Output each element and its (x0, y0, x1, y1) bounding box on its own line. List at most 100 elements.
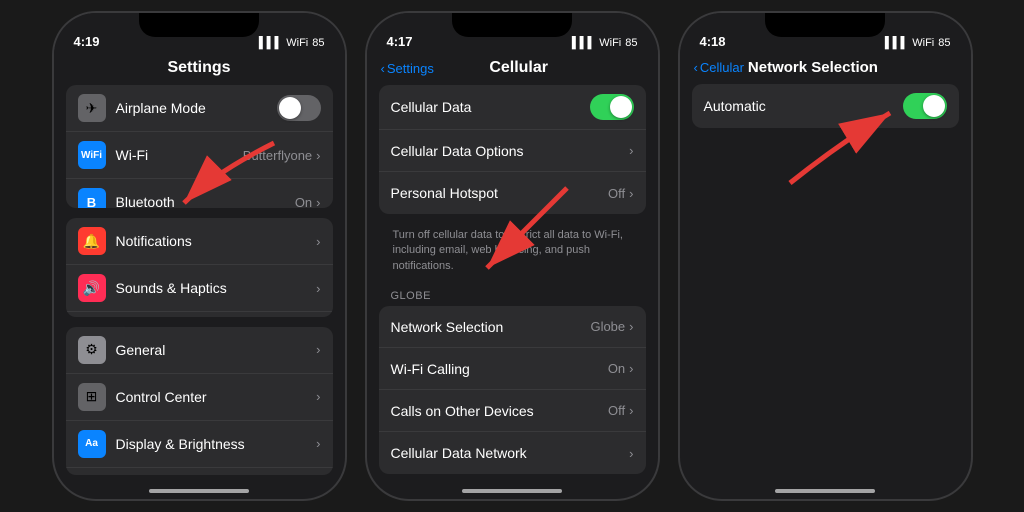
network-group: ✈ Airplane Mode WiFi Wi-Fi Butterflyone … (66, 85, 333, 208)
time-1: 4:19 (74, 34, 100, 49)
cellular-title: Cellular (489, 59, 588, 77)
automatic-label: Automatic (704, 98, 903, 114)
cellular-data-options-chevron: › (629, 143, 633, 158)
notifications-icon: 🔔 (78, 227, 106, 255)
signal-icon-3: ▌▌▌ (885, 37, 908, 49)
notifications-row[interactable]: 🔔 Notifications › (66, 218, 333, 265)
status-icons-1: ▌▌▌ WiFi 85 (259, 37, 325, 49)
time-3: 4:18 (700, 34, 726, 49)
control-center-chevron: › (316, 389, 320, 404)
automatic-row[interactable]: Automatic (692, 84, 959, 128)
cellular-data-row[interactable]: Cellular Data (379, 85, 646, 130)
phone-cellular: 4:17 ▌▌▌ WiFi 85 ‹ Settings Cellular Cel… (365, 11, 660, 501)
phone-settings: 4:19 ▌▌▌ WiFi 85 Settings ✈ Airplane Mod… (52, 11, 347, 501)
wifi-icon-3: WiFi (912, 37, 934, 49)
settings-screen: Settings ✈ Airplane Mode WiFi Wi-Fi Butt… (54, 53, 345, 485)
calls-other-chevron: › (629, 403, 633, 418)
carrier-services-link[interactable]: Carrier Services (379, 482, 646, 485)
personal-hotspot-value: Off (608, 186, 625, 201)
bluetooth-row[interactable]: B Bluetooth On › (66, 179, 333, 208)
control-center-label: Control Center (116, 389, 317, 405)
cellular-screen: ‹ Settings Cellular Cellular Data Cellul… (367, 53, 658, 485)
general-chevron: › (316, 342, 320, 357)
airplane-mode-row[interactable]: ✈ Airplane Mode (66, 85, 333, 132)
personal-hotspot-chevron: › (629, 186, 633, 201)
wifi-row[interactable]: WiFi Wi-Fi Butterflyone › (66, 132, 333, 179)
control-center-row[interactable]: ⊞ Control Center › (66, 374, 333, 421)
focus-row[interactable]: 🌙 Focus › (66, 312, 333, 317)
wifi-icon: WiFi (78, 141, 106, 169)
time-2: 4:17 (387, 34, 413, 49)
cellular-header: ‹ Settings Cellular (367, 53, 658, 85)
cellular-data-network-label: Cellular Data Network (391, 445, 630, 461)
cellular-data-options-label: Cellular Data Options (391, 143, 630, 159)
network-selection-label: Network Selection (391, 319, 591, 335)
wifi-icon: WiFi (286, 37, 308, 49)
settings-title: Settings (54, 53, 345, 85)
back-label: Settings (387, 61, 434, 76)
general-row[interactable]: ⚙ General › (66, 327, 333, 374)
homescreen-row[interactable]: ▦ Home Screen › (66, 468, 333, 475)
personal-hotspot-row[interactable]: Personal Hotspot Off › (379, 172, 646, 214)
wifi-label: Wi-Fi (116, 147, 243, 163)
notifications-label: Notifications (116, 233, 317, 249)
status-icons-2: ▌▌▌ WiFi 85 (572, 37, 638, 49)
notifications-chevron: › (316, 234, 320, 249)
cellular-back-btn[interactable]: ‹ Cellular (694, 60, 744, 75)
wifi-calling-chevron: › (629, 361, 633, 376)
wifi-calling-row[interactable]: Wi-Fi Calling On › (379, 348, 646, 390)
calls-other-value: Off (608, 403, 625, 418)
globe-section-label: GLOBE (379, 282, 646, 306)
battery-icon-3: 85 (938, 37, 950, 49)
home-indicator-2 (462, 489, 562, 493)
network-screen: ‹ Cellular Network Selection Automatic (680, 53, 971, 485)
cellular-data-options-row[interactable]: Cellular Data Options › (379, 130, 646, 172)
cellular-list: Cellular Data Cellular Data Options › Pe… (367, 85, 658, 485)
display-chevron: › (316, 436, 320, 451)
signal-icon: ▌▌▌ (259, 37, 282, 49)
bluetooth-label: Bluetooth (116, 194, 295, 208)
personal-hotspot-label: Personal Hotspot (391, 185, 609, 201)
general-group: ⚙ General › ⊞ Control Center › Aa Displa… (66, 327, 333, 475)
cellular-data-section: Cellular Data Cellular Data Options › Pe… (379, 85, 646, 214)
battery-icon-2: 85 (625, 37, 637, 49)
calls-other-row[interactable]: Calls on Other Devices Off › (379, 390, 646, 432)
airplane-label: Airplane Mode (116, 100, 277, 116)
notch-3 (765, 13, 885, 37)
cellular-note: Turn off cellular data to restrict all d… (379, 222, 646, 282)
general-label: General (116, 342, 317, 358)
network-selection-row[interactable]: Network Selection Globe › (379, 306, 646, 348)
cellular-data-label: Cellular Data (391, 99, 590, 115)
sounds-row[interactable]: 🔊 Sounds & Haptics › (66, 265, 333, 312)
automatic-section: Automatic (692, 84, 959, 128)
network-selection-chevron: › (629, 319, 633, 334)
sounds-icon: 🔊 (78, 274, 106, 302)
airplane-toggle[interactable] (277, 95, 321, 121)
settings-back-btn[interactable]: ‹ Settings (381, 61, 434, 76)
battery-icon: 85 (312, 37, 324, 49)
home-indicator-3 (775, 489, 875, 493)
signal-icon-2: ▌▌▌ (572, 37, 595, 49)
sounds-label: Sounds & Haptics (116, 280, 317, 296)
display-icon: Aa (78, 430, 106, 458)
net-back-label: Cellular (700, 60, 744, 75)
display-label: Display & Brightness (116, 436, 317, 452)
wifi-icon-2: WiFi (599, 37, 621, 49)
cellular-data-network-chevron: › (629, 446, 633, 461)
home-indicator-1 (149, 489, 249, 493)
cellular-data-network-row[interactable]: Cellular Data Network › (379, 432, 646, 474)
wifi-chevron: › (316, 148, 320, 163)
notch-2 (452, 13, 572, 37)
calls-other-label: Calls on Other Devices (391, 403, 609, 419)
display-row[interactable]: Aa Display & Brightness › (66, 421, 333, 468)
status-icons-3: ▌▌▌ WiFi 85 (885, 37, 951, 49)
back-chevron: ‹ (381, 61, 385, 76)
network-header: ‹ Cellular Network Selection (680, 53, 971, 84)
cellular-data-toggle[interactable] (590, 94, 634, 120)
sounds-chevron: › (316, 281, 320, 296)
wifi-value: Butterflyone (243, 148, 312, 163)
general-icon: ⚙ (78, 336, 106, 364)
bluetooth-icon: B (78, 188, 106, 208)
automatic-toggle[interactable] (903, 93, 947, 119)
airplane-icon: ✈ (78, 94, 106, 122)
